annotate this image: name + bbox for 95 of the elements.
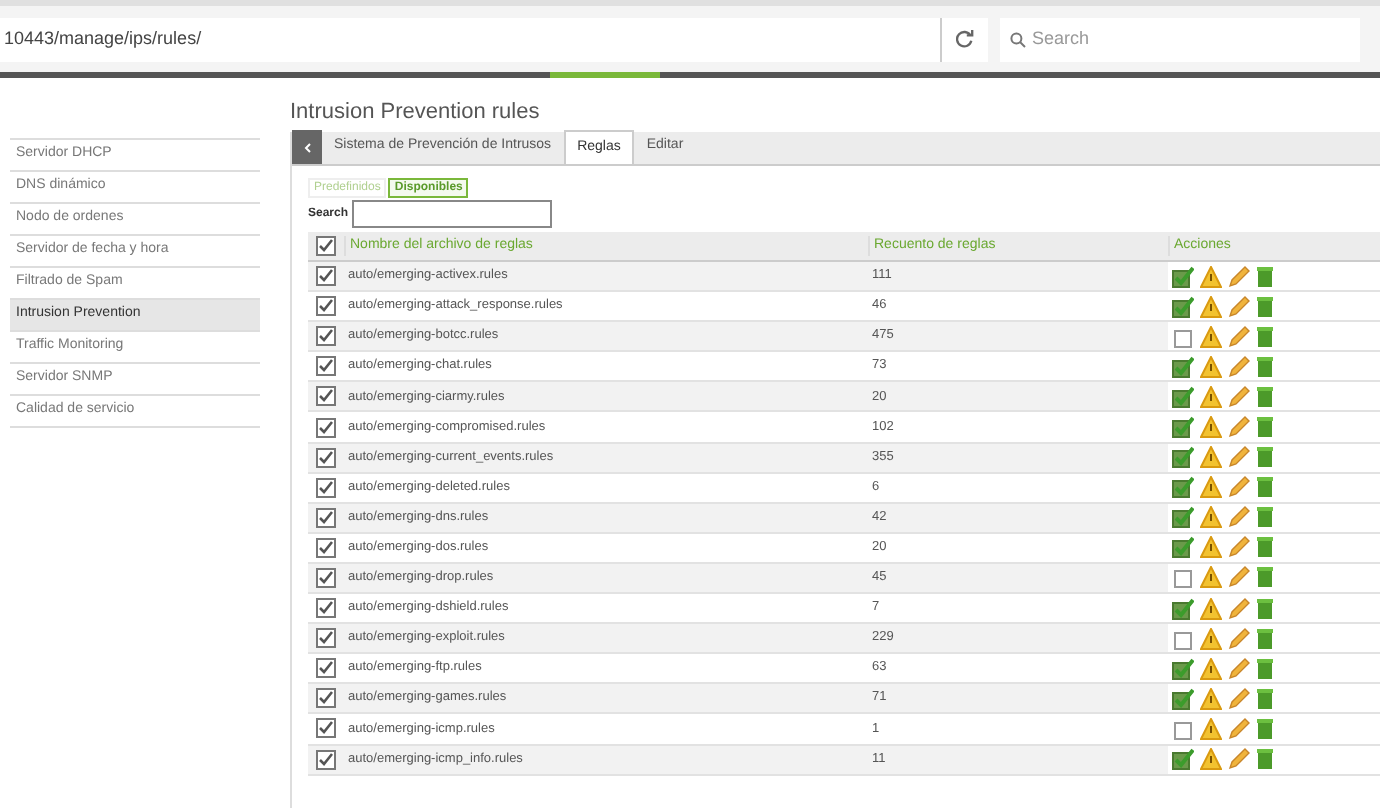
search-icon: [1010, 31, 1026, 47]
row-checkbox[interactable]: [316, 296, 336, 317]
trash-icon[interactable]: [1256, 416, 1274, 439]
enabled-check-icon[interactable]: [1172, 446, 1194, 469]
row-checkbox[interactable]: [316, 447, 336, 468]
pencil-icon[interactable]: [1228, 325, 1250, 348]
enabled-check-icon[interactable]: [1172, 657, 1194, 680]
trash-icon[interactable]: [1256, 657, 1274, 680]
pencil-icon[interactable]: [1228, 476, 1250, 499]
trash-icon[interactable]: [1256, 355, 1274, 378]
trash-icon[interactable]: [1256, 597, 1274, 620]
enabled-check-icon[interactable]: [1172, 355, 1194, 378]
empty-checkbox-icon[interactable]: [1172, 566, 1194, 589]
row-checkbox[interactable]: [316, 658, 336, 679]
pencil-icon[interactable]: [1228, 295, 1250, 318]
row-checkbox[interactable]: [316, 386, 336, 407]
enabled-check-icon[interactable]: [1172, 687, 1194, 710]
enabled-check-icon[interactable]: [1172, 385, 1194, 408]
warning-icon[interactable]: [1200, 657, 1222, 680]
url-field[interactable]: 10443/manage/ips/rules/: [0, 17, 940, 61]
row-checkbox[interactable]: [316, 598, 336, 619]
row-checkbox[interactable]: [316, 718, 336, 739]
enabled-check-icon[interactable]: [1172, 295, 1194, 318]
row-checkbox[interactable]: [316, 628, 336, 649]
page-title: Intrusion Prevention rules: [290, 98, 542, 128]
table-search-field[interactable]: [352, 200, 553, 228]
warning-icon[interactable]: [1200, 506, 1222, 529]
pencil-icon[interactable]: [1228, 446, 1250, 469]
pencil-icon[interactable]: [1228, 536, 1250, 559]
warning-icon[interactable]: [1200, 446, 1222, 469]
warning-icon[interactable]: [1200, 597, 1222, 620]
warning-icon[interactable]: [1200, 566, 1222, 589]
enabled-check-icon[interactable]: [1172, 416, 1194, 439]
enabled-check-icon[interactable]: [1172, 597, 1194, 620]
enabled-check-icon[interactable]: [1172, 748, 1194, 771]
warning-icon[interactable]: [1200, 687, 1222, 710]
pencil-icon[interactable]: [1228, 265, 1250, 288]
row-checkbox[interactable]: [316, 537, 336, 558]
trash-icon[interactable]: [1256, 717, 1274, 740]
trash-icon[interactable]: [1256, 687, 1274, 710]
pencil-icon[interactable]: [1228, 506, 1250, 529]
warning-icon[interactable]: [1200, 385, 1222, 408]
trash-icon[interactable]: [1256, 265, 1274, 288]
pencil-icon[interactable]: [1228, 748, 1250, 771]
warning-icon[interactable]: [1200, 325, 1222, 348]
search-field[interactable]: Search: [1000, 17, 1360, 61]
trash-icon[interactable]: [1256, 325, 1274, 348]
row-checkbox[interactable]: [316, 417, 336, 438]
enabled-check-icon[interactable]: [1172, 265, 1194, 288]
empty-checkbox-icon[interactable]: [1172, 627, 1194, 650]
empty-checkbox-icon[interactable]: [1172, 717, 1194, 740]
warning-icon[interactable]: [1200, 476, 1222, 499]
pencil-icon[interactable]: [1228, 627, 1250, 650]
row-checkbox[interactable]: [316, 266, 336, 287]
trash-icon[interactable]: [1256, 566, 1274, 589]
select-all-checkbox[interactable]: [316, 236, 336, 256]
warning-icon[interactable]: [1200, 416, 1222, 439]
row-checkbox[interactable]: [316, 326, 336, 347]
pencil-icon[interactable]: [1228, 717, 1250, 740]
trash-icon[interactable]: [1256, 295, 1274, 318]
enabled-check-icon[interactable]: [1172, 536, 1194, 559]
row-checkbox[interactable]: [316, 356, 336, 377]
pencil-icon[interactable]: [1228, 385, 1250, 408]
empty-checkbox-icon[interactable]: [1172, 325, 1194, 348]
trash-icon[interactable]: [1256, 446, 1274, 469]
enabled-check-icon[interactable]: [1172, 476, 1194, 499]
row-checkbox[interactable]: [316, 688, 336, 709]
trash-icon[interactable]: [1256, 627, 1274, 650]
pencil-icon[interactable]: [1228, 597, 1250, 620]
reload-button[interactable]: [940, 17, 988, 61]
pencil-icon[interactable]: [1228, 657, 1250, 680]
pencil-icon[interactable]: [1228, 687, 1250, 710]
warning-icon[interactable]: [1200, 627, 1222, 650]
enabled-check-icon[interactable]: [1172, 506, 1194, 529]
trash-icon[interactable]: [1256, 385, 1274, 408]
warning-icon[interactable]: [1200, 265, 1222, 288]
trash-icon[interactable]: [1256, 536, 1274, 559]
trash-icon[interactable]: [1256, 506, 1274, 529]
pencil-icon[interactable]: [1228, 566, 1250, 589]
trash-icon[interactable]: [1256, 476, 1274, 499]
row-checkbox[interactable]: [316, 507, 336, 528]
chevron-left-icon: [301, 141, 313, 153]
back-button[interactable]: [292, 130, 322, 164]
trash-icon[interactable]: [1256, 748, 1274, 771]
pencil-icon[interactable]: [1228, 355, 1250, 378]
warning-icon[interactable]: [1200, 748, 1222, 771]
warning-icon[interactable]: [1200, 717, 1222, 740]
row-checkbox[interactable]: [316, 567, 336, 588]
row-checkbox[interactable]: [316, 477, 336, 498]
warning-icon[interactable]: [1200, 295, 1222, 318]
warning-icon[interactable]: [1200, 536, 1222, 559]
warning-icon[interactable]: [1200, 355, 1222, 378]
row-checkbox[interactable]: [316, 749, 336, 770]
reload-icon: [956, 30, 974, 48]
pencil-icon[interactable]: [1228, 416, 1250, 439]
